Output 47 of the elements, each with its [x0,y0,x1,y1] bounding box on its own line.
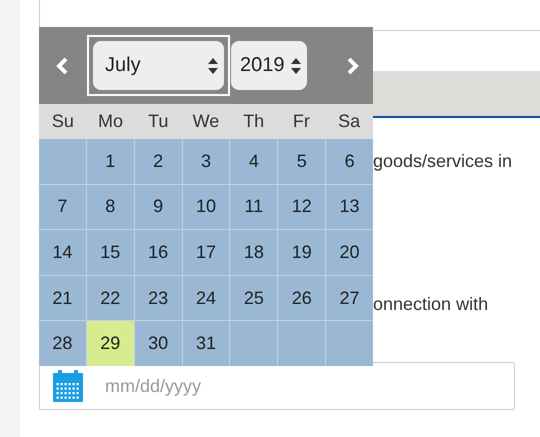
next-icon[interactable] [347,56,359,74]
body-text: goods/services in [373,151,512,171]
day-cell[interactable]: 11 [230,184,278,230]
day-cell[interactable]: 30 [134,321,182,366]
body-text: onnection with [373,294,488,314]
day-cell[interactable]: 4 [230,139,278,184]
day-cell[interactable]: 31 [182,321,230,366]
day-cell[interactable]: 24 [182,276,230,320]
day-cell[interactable]: 20 [326,230,373,275]
day-cell[interactable]: 26 [278,276,326,320]
updown-icon [208,56,218,74]
day-cell[interactable]: 16 [134,230,182,275]
weekday-label: Su [52,111,74,132]
year-select[interactable]: 2019 [231,41,307,90]
month-select[interactable]: July [93,41,224,90]
day-cell[interactable]: 19 [278,230,326,275]
day-cell[interactable]: 14 [39,230,86,275]
day-cell[interactable]: 17 [182,230,230,275]
weekday-label: Th [243,111,264,132]
day-cell[interactable]: 6 [326,139,373,184]
weekday-label: Fr [292,111,310,132]
day-cell[interactable]: 21 [39,276,86,320]
day-cell[interactable]: 8 [86,184,134,230]
weekday-label: We [192,111,220,132]
day-cell[interactable]: 15 [86,230,134,275]
day-cell[interactable]: 12 [278,184,326,230]
day-cell[interactable]: 25 [230,276,278,320]
day-cell[interactable]: 9 [134,184,182,230]
weekday-label: Mo [98,111,124,132]
weekday-label: Tu [148,111,168,132]
day-cell[interactable]: 1 [86,139,134,184]
day-cell[interactable]: 2 [134,139,182,184]
weekday-label: Sa [338,111,360,132]
day-cell[interactable]: 13 [326,184,373,230]
day-cell[interactable]: 3 [182,139,230,184]
updown-icon [291,56,301,74]
day-cell[interactable]: 7 [39,184,86,230]
day-cell[interactable]: 28 [39,321,86,366]
day-cell[interactable]: 22 [86,276,134,320]
previous-icon[interactable] [56,56,68,74]
date-field[interactable]: mm/dd/yyyy [39,362,515,410]
day-cell[interactable]: 29 [86,321,134,366]
day-cell[interactable]: 18 [230,230,278,275]
day-cell[interactable]: 27 [326,276,373,320]
day-cell[interactable]: 10 [182,184,230,230]
day-cell[interactable]: 23 [134,276,182,320]
day-cell[interactable]: 5 [278,139,326,184]
